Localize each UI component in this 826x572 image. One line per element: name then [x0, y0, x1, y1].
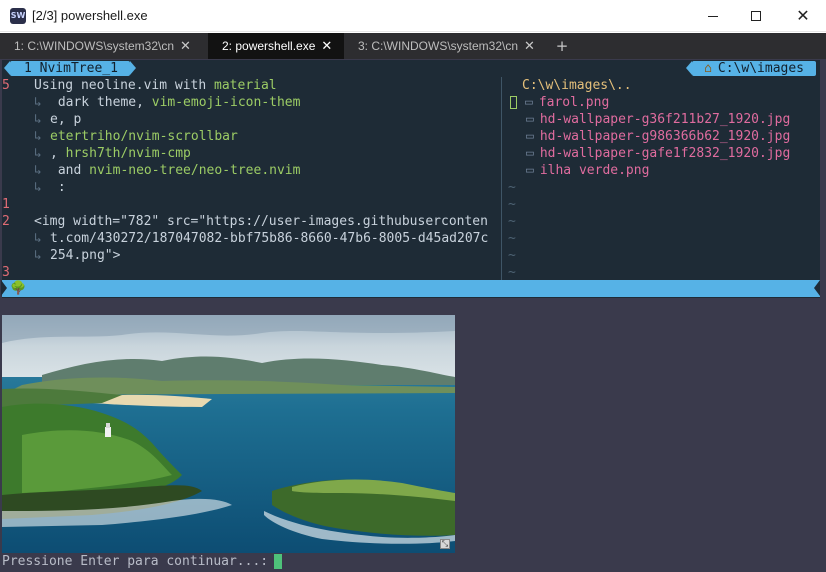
plugin-link: material — [214, 78, 277, 93]
buffer-line[interactable]: ↳ dark theme, vim-emoji-icon-them — [2, 94, 300, 111]
line-text: e, p — [50, 112, 82, 127]
vim-tabline: 1 NvimTree_1 ⌂ C:\w\images — [2, 60, 820, 77]
empty-line-tilde: ~ — [508, 180, 516, 195]
tree-file-name: ilha verde.png — [539, 163, 650, 178]
line-number: 1 — [2, 197, 10, 212]
wrap-indicator: ↳ — [34, 248, 42, 263]
plugin-link: etertriho/nvim-scrollbar — [50, 129, 238, 144]
buffer-line[interactable]: ↳ etertriho/nvim-scrollbar — [2, 128, 238, 145]
split-separator — [501, 77, 502, 280]
terminal-area[interactable]: 1 NvimTree_1 ⌂ C:\w\images 5 Using neoline… — [0, 59, 826, 572]
tree-icon: 🌳 — [10, 281, 27, 296]
tab-close-icon[interactable]: ✕ — [180, 39, 191, 54]
minimize-button[interactable] — [690, 0, 736, 32]
image-file-icon: ▭ — [526, 112, 534, 127]
maximize-button[interactable] — [733, 0, 779, 32]
buffer-line[interactable]: ↳ 254.png"> — [2, 247, 120, 264]
buffer-line[interactable]: 1 — [2, 196, 34, 213]
empty-line-tilde: ~ — [508, 265, 516, 280]
tree-file-name: hd-wallpaper-g986366b62_1920.jpg — [539, 129, 791, 144]
image-file-icon: ▭ — [526, 146, 534, 161]
close-icon: ✕ — [796, 6, 810, 25]
tree-file-name: farol.png — [538, 95, 610, 110]
tab-cmd-1[interactable]: 1: C:\WINDOWS\system32\cn ✕ — [0, 33, 208, 59]
home-icon: ⌂ — [704, 61, 712, 76]
expand-icon[interactable]: ⤡ — [440, 539, 450, 549]
neovim-window[interactable]: 1 NvimTree_1 ⌂ C:\w\images 5 Using neoline… — [1, 60, 820, 298]
close-window-button[interactable]: ✕ — [780, 0, 826, 32]
buffer-line[interactable]: 5 Using neoline.vim with material — [2, 77, 277, 94]
buffer-line[interactable]: ↳, hrsh7th/nvim-cmp — [2, 145, 191, 162]
image-preview — [2, 315, 455, 553]
empty-line-tilde: ~ — [508, 197, 516, 212]
landscape-image — [2, 315, 455, 553]
cwd-label: C:\w\images — [717, 61, 804, 76]
continue-prompt[interactable]: Pressione Enter para continuar...: — [2, 553, 283, 571]
tab-label: 2: powershell.exe — [222, 39, 316, 53]
wrap-indicator: ↳ — [34, 129, 42, 144]
empty-line-tilde: ~ — [508, 214, 516, 229]
line-text: 254.png"> — [50, 248, 121, 263]
tab-bar: 1: C:\WINDOWS\system32\cn ✕ 2: powershel… — [0, 33, 826, 59]
line-number: 2 — [2, 214, 10, 229]
tree-file-name: hd-wallpaper-gafe1f2832_1920.jpg — [539, 146, 791, 161]
plugin-link: hrsh7th/nvim-cmp — [65, 146, 191, 161]
terminal-cursor — [274, 554, 283, 569]
wrap-indicator: ↳ — [34, 112, 42, 127]
buffer-line[interactable]: ↳ t.com/430272/187047082-bbf75b86-8660-47… — [2, 230, 488, 247]
buffer-line[interactable]: ↳ : — [2, 179, 66, 196]
tab-label: 1: C:\WINDOWS\system32\cn — [14, 39, 175, 53]
tree-file-item[interactable]: ▭ hd-wallpaper-gafe1f2832_1920.jpg — [526, 145, 790, 162]
tree-file-item[interactable]: ▭ ilha verde.png — [526, 162, 649, 179]
window-titlebar: SW [2/3] powershell.exe ✕ — [0, 0, 826, 32]
buffer-line[interactable]: 3 — [2, 264, 34, 281]
line-text: dark theme, — [50, 95, 152, 110]
line-text: and — [50, 163, 90, 178]
line-text: Using neoline.vim with — [34, 78, 215, 93]
tab-close-icon[interactable]: ✕ — [524, 39, 535, 54]
tab-close-icon[interactable]: ✕ — [321, 39, 332, 54]
line-number: 3 — [2, 265, 10, 280]
image-file-icon: ▭ — [525, 95, 533, 110]
tree-file-item[interactable]: ▭ farol.png — [510, 94, 609, 111]
vim-statusline: 🌳 — [1, 280, 820, 297]
tree-file-item[interactable]: ▭ hd-wallpaper-g36f211b27_1920.jpg — [526, 111, 790, 128]
tab-powershell[interactable]: 2: powershell.exe ✕ — [208, 33, 344, 59]
minimize-icon — [708, 15, 718, 17]
wrap-indicator: ↳ — [34, 163, 42, 178]
tree-file-item[interactable]: ▭ hd-wallpaper-g986366b62_1920.jpg — [526, 128, 790, 145]
maximize-icon — [751, 11, 761, 21]
plugin-link: nvim-neo-tree/neo-tree.nvim — [89, 163, 301, 178]
line-number: 5 — [2, 78, 10, 93]
wrap-indicator: ↳ — [34, 231, 42, 246]
line-text: , — [50, 146, 66, 161]
empty-line-tilde: ~ — [508, 231, 516, 246]
vim-cwd-indicator: ⌂ C:\w\images — [686, 61, 816, 76]
buffer-line[interactable]: ↳ and nvim-neo-tree/neo-tree.nvim — [2, 162, 300, 179]
file-tree[interactable]: C:\w\images\.. ▭ farol.png ▭ hd-wallpaper-g… — [508, 77, 820, 280]
wrap-indicator: ↳ — [34, 146, 42, 161]
tab-label: 3: C:\WINDOWS\system32\cn — [358, 39, 519, 53]
wrap-indicator: ↳ — [34, 180, 42, 195]
line-text: t.com/430272/187047082-bbf75b86-8660-47b… — [50, 231, 489, 246]
app-icon: SW — [10, 8, 26, 24]
image-file-icon: ▭ — [526, 163, 534, 178]
buffer-line[interactable]: 2 <img width="782" src="https://user-imag… — [2, 213, 488, 230]
plugin-link: vim-emoji-icon-them — [151, 95, 301, 110]
tree-cursor — [510, 96, 517, 109]
window-title: [2/3] powershell.exe — [32, 8, 148, 23]
editor-buffer[interactable]: 5 Using neoline.vim with material ↳ dark t… — [2, 77, 502, 280]
tree-file-name: hd-wallpaper-g36f211b27_1920.jpg — [539, 112, 791, 127]
new-tab-button[interactable]: + — [552, 33, 572, 59]
prompt-text: Pressione Enter para continuar...: — [2, 554, 269, 569]
empty-line-tilde: ~ — [508, 248, 516, 263]
tree-root[interactable]: C:\w\images\.. — [522, 77, 632, 94]
tab-cmd-3[interactable]: 3: C:\WINDOWS\system32\cn ✕ — [344, 33, 544, 59]
buffer-line[interactable]: ↳ e, p — [2, 111, 81, 128]
line-text: : — [50, 180, 66, 195]
image-file-icon: ▭ — [526, 129, 534, 144]
vim-tab-nvimtree[interactable]: 1 NvimTree_1 — [4, 61, 136, 76]
line-text: <img width="782" src="https://user-image… — [34, 214, 488, 229]
wrap-indicator: ↳ — [34, 95, 42, 110]
